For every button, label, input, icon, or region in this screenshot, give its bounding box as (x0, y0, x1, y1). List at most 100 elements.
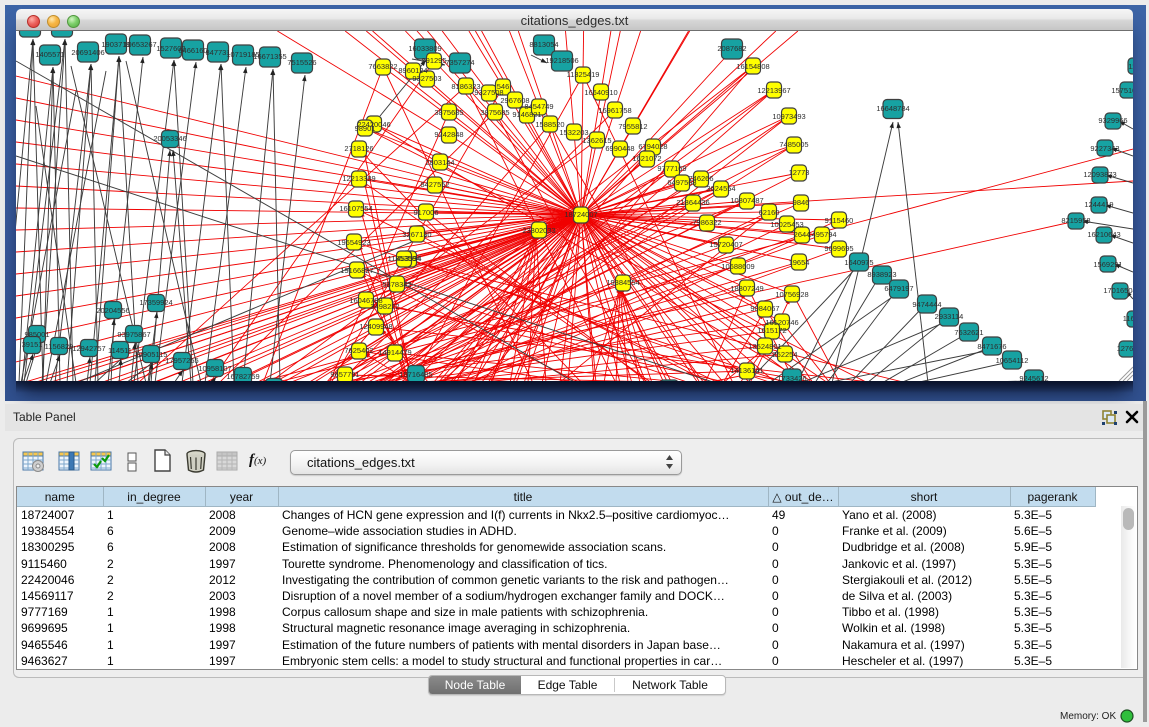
svg-text:9327503: 9327503 (412, 74, 441, 83)
svg-text:12760: 12760 (1117, 344, 1133, 353)
svg-text:39151: 39151 (22, 340, 43, 349)
svg-text:16210643: 16210643 (1087, 230, 1120, 239)
svg-text:8215958: 8215958 (1061, 216, 1090, 225)
svg-text:9329966: 9329966 (1098, 116, 1127, 125)
svg-text:62160: 62160 (759, 208, 780, 217)
svg-text:9846: 9846 (793, 198, 810, 207)
svg-text:9146821: 9146821 (512, 110, 541, 119)
svg-text:116753: 116753 (1123, 314, 1133, 323)
svg-text:3875685: 3875685 (434, 108, 463, 117)
svg-text:1405571: 1405571 (35, 50, 64, 59)
svg-text:7625402: 7625402 (344, 346, 373, 355)
svg-text:7357274: 7357274 (445, 58, 474, 67)
svg-text:12773: 12773 (789, 168, 810, 177)
svg-text:9242848: 9242848 (434, 130, 463, 139)
svg-text:6479197: 6479197 (884, 284, 913, 293)
svg-text:6466160: 6466160 (178, 46, 207, 55)
svg-text:23302033: 23302033 (522, 226, 555, 235)
svg-text:14914479: 14914479 (378, 348, 411, 357)
svg-text:11325419: 11325419 (567, 70, 600, 79)
svg-text:16961758: 16961758 (598, 106, 631, 115)
svg-text:7663822: 7663822 (368, 62, 397, 71)
svg-text:19654: 19654 (789, 258, 810, 267)
svg-text:10653267: 10653267 (123, 40, 156, 49)
svg-text:3875685: 3875685 (480, 108, 509, 117)
svg-text:9474444: 9474444 (912, 300, 941, 309)
svg-text:20691406: 20691406 (71, 48, 104, 57)
svg-text:12213967: 12213967 (757, 86, 790, 95)
svg-text:252254: 252254 (772, 350, 797, 359)
svg-text:7515526: 7515526 (287, 58, 316, 67)
svg-text:7986322: 7986322 (692, 218, 721, 227)
svg-text:16033809: 16033809 (408, 44, 441, 53)
svg-text:985001: 985001 (24, 330, 49, 339)
svg-text:11353594: 11353594 (388, 254, 421, 263)
svg-text:1156829: 1156829 (45, 342, 74, 351)
svg-text:14136141: 14136141 (730, 366, 763, 375)
svg-text:21364436: 21364436 (676, 198, 709, 207)
svg-text:16648784: 16648784 (876, 104, 909, 113)
svg-text:9699695: 9699695 (824, 244, 853, 253)
svg-text:8427552: 8427552 (420, 180, 449, 189)
svg-text:10688609: 10688609 (721, 262, 754, 271)
svg-text:12905115: 12905115 (135, 350, 168, 359)
svg-text:8471676: 8471676 (977, 342, 1006, 351)
svg-text:12093873: 12093873 (1083, 170, 1116, 179)
svg-text:2803144: 2803144 (425, 158, 454, 167)
svg-text:16640910: 16640910 (584, 88, 617, 97)
svg-text:19218506: 19218506 (545, 56, 578, 65)
svg-text:1495794: 1495794 (807, 230, 836, 239)
svg-text:20053346: 20053346 (153, 134, 186, 143)
svg-text:5878342: 5878342 (382, 280, 411, 289)
svg-text:16154808: 16154808 (736, 62, 769, 71)
svg-text:3624554: 3624554 (706, 184, 735, 193)
svg-text:15716485: 15716485 (399, 370, 432, 379)
svg-text:16107554: 16107554 (339, 204, 372, 213)
svg-text:15720407: 15720407 (709, 240, 742, 249)
svg-text:12942757: 12942757 (72, 344, 105, 353)
svg-text:12213389: 12213389 (342, 174, 375, 183)
svg-text:17957255: 17957255 (165, 356, 198, 365)
svg-text:2933114: 2933114 (935, 312, 964, 321)
svg-text:1621072: 1621072 (632, 154, 661, 163)
svg-text:7632621: 7632621 (954, 328, 983, 337)
svg-text:19166827: 19166827 (340, 266, 373, 275)
svg-text:3498222: 3498222 (370, 302, 399, 311)
svg-text:12409948: 12409948 (359, 322, 392, 331)
svg-text:9657791: 9657791 (330, 370, 359, 379)
svg-text:10756928: 10756928 (775, 290, 808, 299)
svg-text:10025453: 10025453 (770, 220, 803, 229)
svg-text:6794028: 6794028 (638, 142, 667, 151)
svg-text:2087682: 2087682 (717, 44, 746, 53)
svg-text:891295: 891295 (421, 56, 446, 65)
svg-text:3267130: 3267130 (402, 230, 431, 239)
svg-text:1615172: 1615172 (757, 326, 786, 335)
svg-text:9084067: 9084067 (750, 304, 779, 313)
svg-text:746266: 746266 (688, 174, 713, 183)
svg-text:20204556: 20204556 (96, 306, 129, 315)
svg-text:18724007: 18724007 (564, 210, 597, 219)
svg-text:1244419: 1244419 (1084, 200, 1113, 209)
svg-text:7485005: 7485005 (779, 140, 808, 149)
svg-text:8454749: 8454749 (524, 102, 553, 111)
svg-text:10807487: 10807487 (730, 196, 763, 205)
svg-text:2718126: 2718126 (344, 144, 373, 153)
svg-text:9245612: 9245612 (1019, 374, 1048, 381)
svg-text:17359924: 17359924 (139, 298, 172, 307)
svg-text:10654112: 10654112 (996, 356, 1029, 365)
svg-text:16782759: 16782759 (226, 372, 259, 381)
svg-text:1112: 1112 (1128, 62, 1133, 71)
svg-text:16671355: 16671355 (253, 52, 286, 61)
svg-text:6990448: 6990448 (605, 144, 634, 153)
svg-text:10973493: 10973493 (772, 112, 805, 121)
svg-text:917006: 917006 (413, 208, 438, 217)
svg-text:93975867: 93975867 (117, 330, 150, 339)
svg-text:1569291: 1569291 (1093, 260, 1122, 269)
svg-text:9777169: 9777169 (657, 164, 686, 173)
svg-text:9227343: 9227343 (1090, 144, 1119, 153)
svg-text:19654923: 19654923 (337, 238, 370, 247)
svg-text:1640975: 1640975 (844, 258, 873, 267)
svg-text:98901: 98901 (355, 124, 376, 133)
svg-text:9115460: 9115460 (825, 216, 854, 225)
svg-text:1733426: 1733426 (777, 374, 806, 381)
